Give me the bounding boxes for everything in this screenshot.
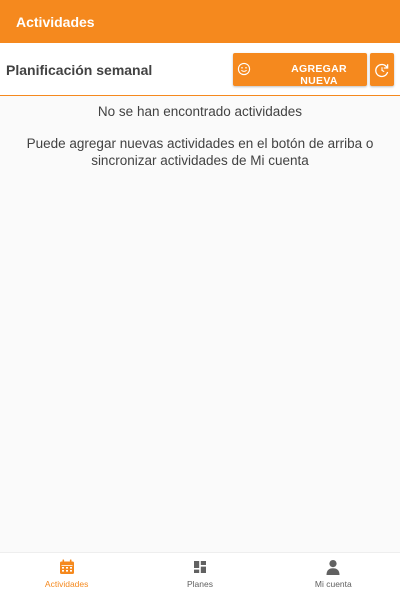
calendar-icon bbox=[59, 559, 74, 574]
weekly-planning-toolbar: Planificación semanal AGREGAR NUEVA bbox=[0, 43, 400, 96]
bottom-navigation: Actividades Planes Mi cuenta bbox=[0, 552, 400, 592]
app-bar: Actividades bbox=[0, 0, 400, 43]
sync-button[interactable] bbox=[370, 53, 394, 86]
dashboard-icon bbox=[193, 561, 206, 573]
smiley-icon bbox=[237, 62, 251, 76]
empty-state: No se han encontrado actividades Puede a… bbox=[0, 104, 400, 169]
section-title: Planificación semanal bbox=[6, 62, 153, 78]
person-icon bbox=[326, 560, 340, 575]
nav-item-planes[interactable]: Planes bbox=[133, 553, 266, 592]
nav-item-actividades[interactable]: Actividades bbox=[0, 553, 133, 592]
nav-label: Mi cuenta bbox=[314, 579, 352, 589]
add-new-button-label: AGREGAR NUEVA bbox=[291, 63, 347, 87]
nav-label: Planes bbox=[186, 579, 213, 589]
empty-state-description: Puede agregar nuevas actividades en el b… bbox=[26, 136, 374, 168]
page-title: Actividades bbox=[16, 13, 95, 30]
nav-label: Actividades bbox=[44, 579, 89, 589]
empty-state-title: No se han encontrado actividades bbox=[97, 104, 303, 119]
add-new-button[interactable]: AGREGAR NUEVA bbox=[233, 53, 367, 87]
nav-item-mi-cuenta[interactable]: Mi cuenta bbox=[267, 553, 400, 592]
sync-icon bbox=[375, 63, 389, 78]
